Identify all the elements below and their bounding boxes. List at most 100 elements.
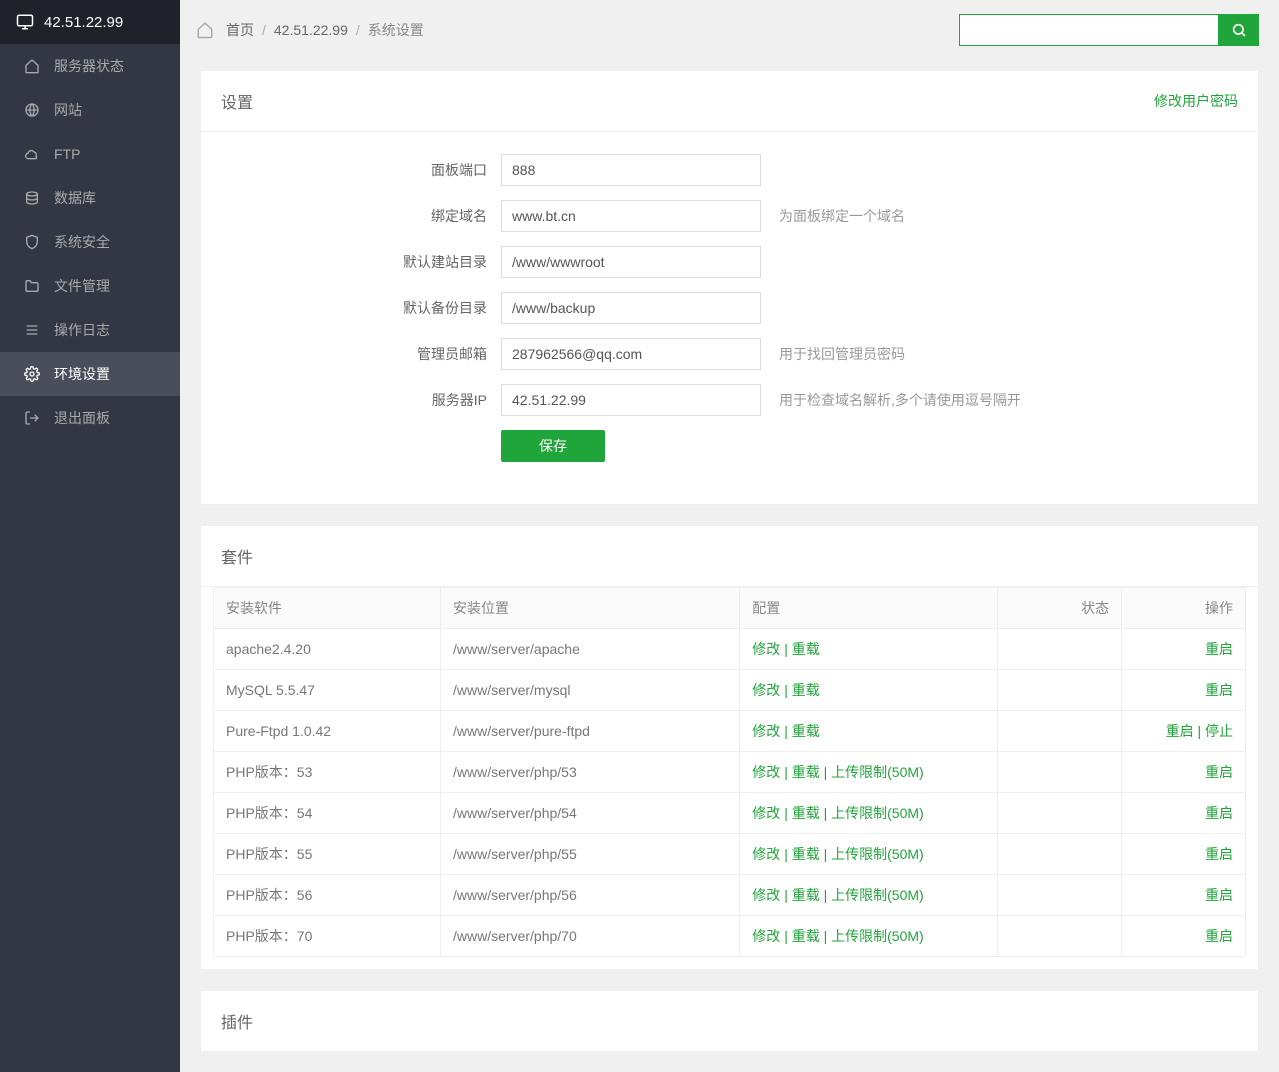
- config-reload[interactable]: 重载: [792, 846, 820, 862]
- form-row-serverIp: 服务器IP用于检查域名解析,多个请使用逗号隔开: [201, 384, 1258, 416]
- cell-software: PHP版本：56: [214, 875, 441, 916]
- table-row: PHP版本：56/www/server/php/56修改 | 重载 | 上传限制…: [214, 875, 1246, 916]
- config-reload[interactable]: 重载: [792, 641, 820, 657]
- header-ip: 42.51.22.99: [44, 14, 123, 31]
- table-row: PHP版本：53/www/server/php/53修改 | 重载 | 上传限制…: [214, 752, 1246, 793]
- cell-software: MySQL 5.5.47: [214, 670, 441, 711]
- config-modify[interactable]: 修改: [752, 846, 780, 862]
- config-reload[interactable]: 重载: [792, 682, 820, 698]
- search-input[interactable]: [959, 14, 1219, 46]
- help-adminEmail: 用于找回管理员密码: [779, 344, 905, 364]
- config-reload[interactable]: 重载: [792, 928, 820, 944]
- action-restart[interactable]: 重启: [1205, 887, 1233, 903]
- input-bindDomain[interactable]: [501, 200, 761, 232]
- config-reload[interactable]: 重载: [792, 723, 820, 739]
- cell-software: PHP版本：53: [214, 752, 441, 793]
- home-icon: [196, 21, 214, 39]
- config-modify[interactable]: 修改: [752, 723, 780, 739]
- action-restart[interactable]: 重启: [1205, 682, 1233, 698]
- action-stop[interactable]: 停止: [1205, 723, 1233, 739]
- help-bindDomain: 为面板绑定一个域名: [779, 206, 905, 226]
- cell-status: [998, 752, 1122, 793]
- sidebar-item-ftp[interactable]: FTP: [0, 132, 180, 176]
- sidebar-item-server-status[interactable]: 服务器状态: [0, 44, 180, 88]
- list-icon: [24, 322, 40, 338]
- searchbox: [959, 14, 1259, 46]
- config-modify[interactable]: 修改: [752, 887, 780, 903]
- action-restart[interactable]: 重启: [1205, 846, 1233, 862]
- home-icon: [24, 58, 40, 74]
- sidebar-item-label: 系统安全: [54, 232, 110, 252]
- cell-config: 修改 | 重载: [740, 711, 998, 752]
- cell-action: 重启: [1122, 875, 1246, 916]
- config-upload-limit[interactable]: 上传限制(50M): [831, 928, 924, 944]
- config-modify[interactable]: 修改: [752, 764, 780, 780]
- cell-software: PHP版本：54: [214, 793, 441, 834]
- sidebar-item-security[interactable]: 系统安全: [0, 220, 180, 264]
- config-upload-limit[interactable]: 上传限制(50M): [831, 846, 924, 862]
- input-siteDir[interactable]: [501, 246, 761, 278]
- config-upload-limit[interactable]: 上传限制(50M): [831, 764, 924, 780]
- config-modify[interactable]: 修改: [752, 682, 780, 698]
- database-icon: [24, 190, 40, 206]
- config-upload-limit[interactable]: 上传限制(50M): [831, 887, 924, 903]
- config-upload-limit[interactable]: 上传限制(50M): [831, 805, 924, 821]
- config-reload[interactable]: 重载: [792, 764, 820, 780]
- cell-location: /www/server/mysql: [441, 670, 740, 711]
- breadcrumb-home[interactable]: 首页: [226, 20, 254, 40]
- col-config: 配置: [740, 588, 998, 629]
- cell-action: 重启: [1122, 793, 1246, 834]
- sidebar-item-env-settings[interactable]: 环境设置: [0, 352, 180, 396]
- sidebar-item-label: 环境设置: [54, 364, 110, 384]
- settings-title: 设置: [221, 89, 253, 113]
- suite-table: 安装软件 安装位置 配置 状态 操作 apache2.4.20/www/serv…: [213, 587, 1246, 957]
- cell-software: PHP版本：55: [214, 834, 441, 875]
- cloud-icon: [24, 146, 40, 162]
- input-serverIp[interactable]: [501, 384, 761, 416]
- action-restart[interactable]: 重启: [1205, 641, 1233, 657]
- sidebar-item-label: 操作日志: [54, 320, 110, 340]
- cell-config: 修改 | 重载 | 上传限制(50M): [740, 834, 998, 875]
- cell-status: [998, 793, 1122, 834]
- action-restart[interactable]: 重启: [1205, 928, 1233, 944]
- config-modify[interactable]: 修改: [752, 928, 780, 944]
- label-backupDir: 默认备份目录: [201, 298, 501, 318]
- table-row: Pure-Ftpd 1.0.42/www/server/pure-ftpd修改 …: [214, 711, 1246, 752]
- cell-location: /www/server/apache: [441, 629, 740, 670]
- cell-status: [998, 629, 1122, 670]
- input-adminEmail[interactable]: [501, 338, 761, 370]
- form-row-bindDomain: 绑定域名为面板绑定一个域名: [201, 200, 1258, 232]
- sidebar-item-label: FTP: [54, 146, 80, 162]
- cell-status: [998, 711, 1122, 752]
- monitor-icon: [16, 13, 34, 31]
- input-panelPort[interactable]: [501, 154, 761, 186]
- col-action: 操作: [1122, 588, 1246, 629]
- table-row: MySQL 5.5.47/www/server/mysql修改 | 重载重启: [214, 670, 1246, 711]
- cell-location: /www/server/php/70: [441, 916, 740, 957]
- sidebar-item-logs[interactable]: 操作日志: [0, 308, 180, 352]
- cell-action: 重启: [1122, 916, 1246, 957]
- sidebar-item-files[interactable]: 文件管理: [0, 264, 180, 308]
- change-password-link[interactable]: 修改用户密码: [1154, 91, 1238, 111]
- search-button[interactable]: [1219, 14, 1259, 46]
- sidebar-item-databases[interactable]: 数据库: [0, 176, 180, 220]
- save-button[interactable]: 保存: [501, 430, 605, 462]
- action-restart[interactable]: 重启: [1205, 764, 1233, 780]
- shield-icon: [24, 234, 40, 250]
- cell-location: /www/server/php/54: [441, 793, 740, 834]
- cell-config: 修改 | 重载 | 上传限制(50M): [740, 793, 998, 834]
- input-backupDir[interactable]: [501, 292, 761, 324]
- form-row-backupDir: 默认备份目录: [201, 292, 1258, 324]
- config-reload[interactable]: 重载: [792, 805, 820, 821]
- sidebar-item-websites[interactable]: 网站: [0, 88, 180, 132]
- action-restart[interactable]: 重启: [1205, 805, 1233, 821]
- sidebar-item-logout[interactable]: 退出面板: [0, 396, 180, 440]
- cell-config: 修改 | 重载 | 上传限制(50M): [740, 916, 998, 957]
- topbar: 首页 / 42.51.22.99 / 系统设置: [180, 0, 1279, 60]
- breadcrumb-ip[interactable]: 42.51.22.99: [274, 22, 348, 38]
- config-reload[interactable]: 重载: [792, 887, 820, 903]
- action-restart[interactable]: 重启: [1166, 723, 1194, 739]
- cell-action: 重启: [1122, 670, 1246, 711]
- config-modify[interactable]: 修改: [752, 805, 780, 821]
- config-modify[interactable]: 修改: [752, 641, 780, 657]
